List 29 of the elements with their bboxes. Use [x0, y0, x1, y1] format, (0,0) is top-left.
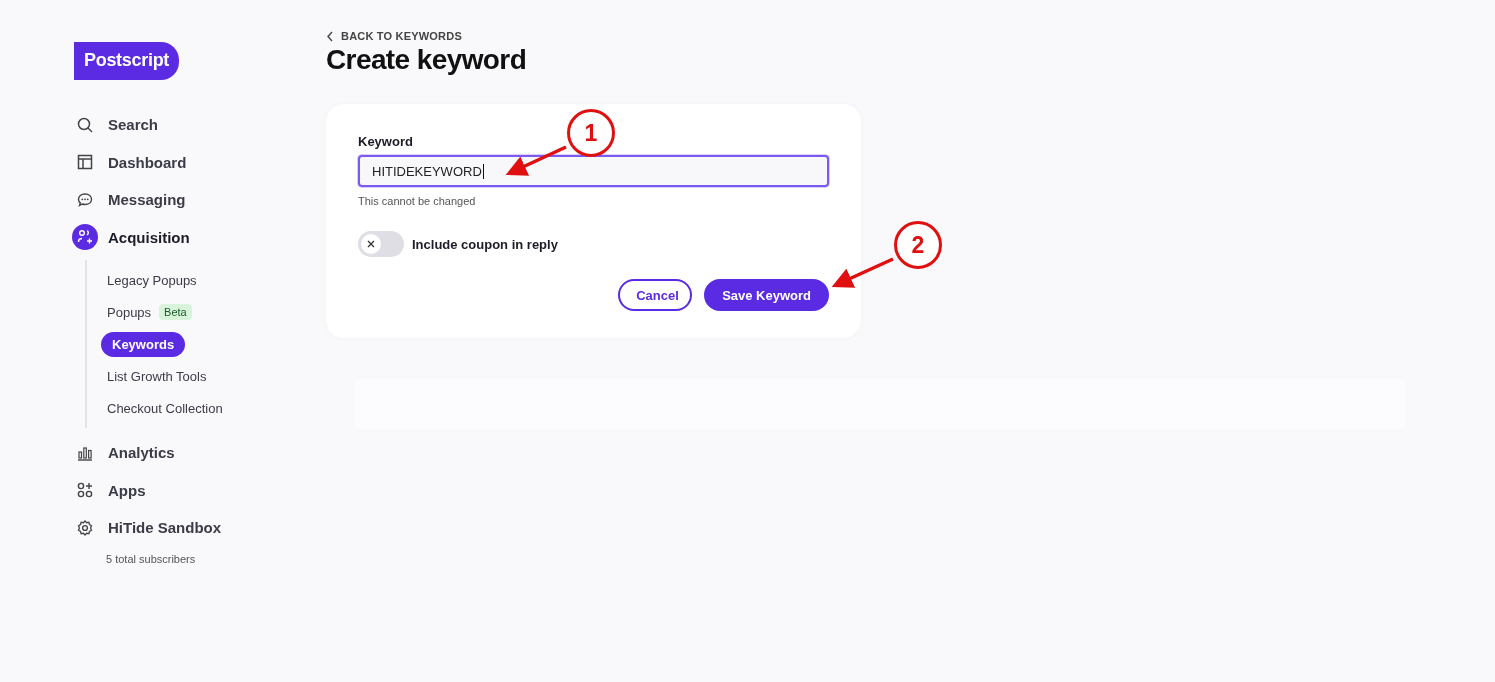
keyword-input-field[interactable]: HITIDEKEYWORD	[358, 155, 829, 187]
nav-item[interactable]: Dashboard	[108, 153, 187, 171]
nav-subitem[interactable]: List Growth Tools	[107, 363, 207, 389]
field-label: Keyword	[358, 134, 414, 149]
help-text: This cannot be changed	[358, 195, 476, 207]
beta-badge: Beta	[159, 304, 192, 320]
nav-item[interactable]: Search	[108, 116, 159, 134]
nav-item[interactable]: Apps	[108, 481, 146, 499]
close-icon	[367, 240, 375, 248]
logo[interactable]: Postscript	[74, 42, 180, 80]
subscriber-count: 5 total subscribers	[106, 552, 196, 565]
save-button[interactable]: Save Keyword	[704, 279, 829, 311]
back-chevron-icon	[326, 30, 334, 42]
back-link[interactable]: BACK TO KEYWORDS	[341, 30, 462, 42]
nav-item[interactable]: Messaging	[108, 191, 186, 209]
nav-subitem[interactable]: Popups	[107, 299, 152, 325]
page-title: Create keyword	[326, 44, 528, 76]
toggle-switch[interactable]	[358, 231, 404, 257]
nav-subitem[interactable]: Checkout Collection	[107, 395, 223, 421]
nav-item[interactable]: HiTide Sandbox	[108, 519, 222, 537]
cancel-button[interactable]: Cancel	[618, 279, 693, 311]
annotation-arrow	[505, 145, 567, 176]
step-number-badge: 2	[894, 221, 942, 269]
nav-subitem[interactable]: Keywords	[101, 331, 186, 357]
toggle-label: Include coupon in reply	[412, 236, 558, 252]
nav-item[interactable]: Acquisition	[108, 228, 190, 246]
nav-subitem[interactable]: Legacy Popups	[107, 267, 197, 293]
nav-item[interactable]: Analytics	[108, 444, 175, 462]
annotation-arrow	[831, 257, 894, 288]
